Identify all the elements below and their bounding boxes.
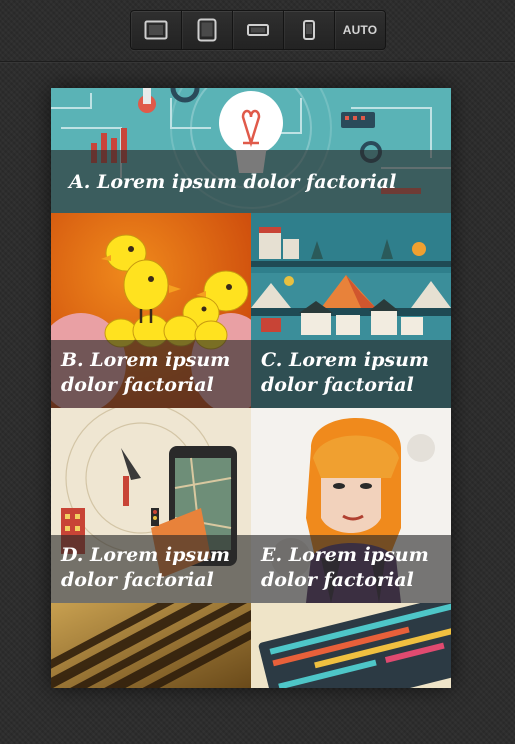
device-view-toolbar: AUTO: [130, 10, 386, 50]
gallery-caption: B. Lorem ipsum dolor factorial: [51, 340, 251, 408]
gallery-tile-f[interactable]: [51, 603, 251, 688]
desktop-view-button[interactable]: [131, 11, 182, 49]
top-bar: AUTO: [0, 0, 515, 62]
gallery-tile-g[interactable]: [251, 603, 451, 688]
tablet-landscape-view-button[interactable]: [233, 11, 284, 49]
gallery-tile-a[interactable]: A. Lorem ipsum dolor factorial: [51, 88, 451, 213]
gallery-tile-c[interactable]: C. Lorem ipsum dolor factorial: [251, 213, 451, 408]
typography-poster-image: [51, 603, 251, 688]
tablet-view-button[interactable]: [182, 11, 233, 49]
tablet-icon: [197, 18, 217, 42]
phone-view-button[interactable]: [284, 11, 335, 49]
desktop-icon: [144, 20, 168, 40]
gallery-tile-b[interactable]: B. Lorem ipsum dolor factorial: [51, 213, 251, 408]
gallery-caption: A. Lorem ipsum dolor factorial: [51, 150, 451, 213]
tablet-landscape-icon: [247, 24, 269, 36]
gallery-caption: D. Lorem ipsum dolor factorial: [51, 535, 251, 603]
gallery-caption: E. Lorem ipsum dolor factorial: [251, 535, 451, 603]
gallery-tile-d[interactable]: D. Lorem ipsum dolor factorial: [51, 408, 251, 603]
gallery-tile-e[interactable]: E. Lorem ipsum dolor factorial: [251, 408, 451, 603]
phone-icon: [303, 20, 315, 40]
auto-view-button[interactable]: AUTO: [335, 11, 385, 49]
gallery-caption: C. Lorem ipsum dolor factorial: [251, 340, 451, 408]
gallery-frame: A. Lorem ipsum dolor factorial B. Lorem …: [51, 88, 451, 688]
abstract-stripes-image: [251, 603, 451, 688]
